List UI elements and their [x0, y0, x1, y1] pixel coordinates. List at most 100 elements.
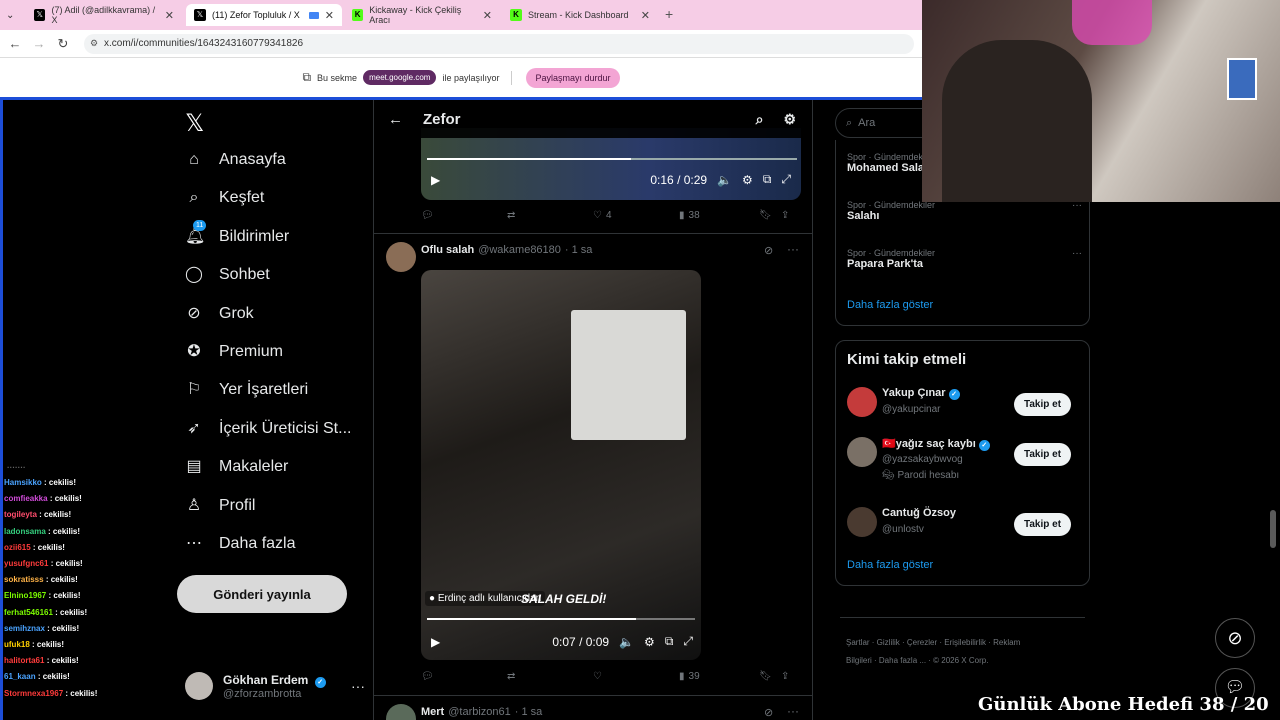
fullscreen-icon[interactable]: ⤢ [683, 634, 693, 649]
x-logo-icon[interactable]: 𝕏 [185, 109, 204, 138]
suggestion-name[interactable]: Cantuğ Özsoy [882, 507, 956, 519]
post-button[interactable]: Gönderi yayınla [177, 575, 347, 613]
profile-icon: ♙ [186, 496, 202, 514]
avatar[interactable] [847, 507, 877, 537]
volume-icon[interactable]: 🔈 [619, 635, 634, 649]
grok-icon[interactable]: ⊘ [764, 244, 773, 257]
tab-kickaway[interactable]: K Kickaway - Kick Çekiliş Aracı ✕ [344, 4, 500, 26]
close-icon[interactable]: ✕ [325, 9, 334, 22]
back-arrow-icon[interactable]: ← [388, 111, 403, 128]
share-button[interactable]: ⇪ [781, 671, 789, 682]
avatar[interactable] [847, 387, 877, 417]
views[interactable]: ▮ 39 [679, 671, 759, 682]
nav-item-home[interactable]: ⌂ Anasayfa [185, 151, 286, 169]
close-icon[interactable]: ✕ [165, 9, 174, 22]
grok-icon[interactable]: ⊘ [1215, 618, 1255, 658]
post-header: Oflu salah @wakame86180 · 1 sa [421, 244, 592, 256]
suggestion-name[interactable]: 🇹🇷yağız saç kaybı [882, 438, 976, 450]
play-icon[interactable]: ▶ [431, 635, 440, 649]
footer-link[interactable]: Çerezler [907, 638, 937, 647]
more-dots-icon[interactable]: ··· [787, 242, 799, 256]
nav-item-more[interactable]: ⋯ Daha fazla [185, 535, 296, 553]
video-progress-bar[interactable] [427, 618, 695, 620]
pip-icon[interactable]: ⧉ [763, 172, 772, 187]
back-arrow-icon[interactable]: ← [7, 36, 23, 51]
more-dots-icon[interactable]: ··· [1072, 248, 1082, 259]
gear-icon[interactable]: ⚙ [783, 111, 796, 128]
more-dots-icon[interactable]: ··· [351, 678, 365, 694]
author-handle[interactable]: @tarbizon61 [448, 706, 511, 718]
nav-item-rocket[interactable]: ➶ İçerik Üreticisi St... [185, 420, 351, 438]
footer-link[interactable]: Daha fazla ... [879, 656, 926, 665]
view-count: 38 [688, 210, 700, 221]
close-icon[interactable]: ✕ [483, 9, 492, 22]
site-settings-icon[interactable]: ⚙ [90, 38, 98, 49]
video-player[interactable]: ● Erdinç adlı kullanıcıdan SALAH GELDİ! … [421, 270, 701, 660]
search-icon[interactable]: ⌕ [756, 111, 764, 128]
forward-arrow-icon[interactable]: → [31, 36, 47, 51]
author-name[interactable]: Mert [421, 706, 444, 718]
like-button[interactable]: ♡ [593, 671, 679, 682]
tab-list-chevron-icon[interactable]: ⌄ [6, 4, 22, 26]
trend-item[interactable]: Spor · Gündemdekiler Salahı ··· [847, 200, 1082, 222]
reload-icon[interactable]: ↻ [55, 36, 71, 52]
author-handle[interactable]: @wakame86180 [478, 244, 561, 256]
pip-icon[interactable]: ⧉ [665, 634, 674, 649]
volume-icon[interactable]: 🔈 [717, 173, 732, 187]
tab-zefor[interactable]: 𝕏 (11) Zefor Topluluk / X ✕ [186, 4, 342, 26]
play-icon[interactable]: ▶ [431, 173, 440, 187]
reply-button[interactable]: 💬︎ [421, 671, 507, 682]
avatar[interactable] [386, 242, 416, 272]
chat-message: Stormnexa1967 : cekilis! [4, 689, 97, 698]
nav-item-grok[interactable]: ⊘ Grok [185, 305, 253, 323]
video-progress-bar[interactable] [427, 158, 797, 160]
like-button[interactable]: ♡ 4 [593, 210, 679, 221]
avatar[interactable] [386, 704, 416, 720]
video-player[interactable]: ▶ 0:16 / 0:29 🔈 ⚙ ⧉ ⤢ [421, 128, 801, 200]
trend-item[interactable]: Spor · Gündemdekiler Papara Park'ta ··· [847, 248, 1082, 270]
nav-item-chat[interactable]: ◯ Sohbet [185, 266, 270, 284]
url-field[interactable]: ⚙ x.com/i/communities/164324316077934182… [84, 34, 914, 54]
account-switcher[interactable]: Gökhan Erdem ✓ @zforzambrotta ··· [185, 668, 365, 704]
nav-item-bookmark[interactable]: ⚐ Yer İşaretleri [185, 381, 308, 399]
nav-item-search[interactable]: ⌕ Keşfet [185, 189, 265, 207]
fullscreen-icon[interactable]: ⤢ [781, 172, 791, 187]
repost-button[interactable]: ⇄ [507, 671, 593, 682]
stop-sharing-button[interactable]: Paylaşmayı durdur [526, 67, 620, 88]
follow-suggestion[interactable]: Yakup Çınar ✓ @yakupcinar Takip et [847, 385, 1082, 431]
author-name[interactable]: Oflu salah [421, 244, 474, 256]
suggestion-name[interactable]: Yakup Çınar [882, 387, 946, 399]
avatar[interactable] [847, 437, 877, 467]
tab-adil[interactable]: 𝕏 (7) Adil (@adilkkavrama) / X ✕ [26, 4, 182, 26]
follow-suggestion[interactable]: Cantuğ Özsoy @unlostv Takip et [847, 505, 1082, 551]
chat-message: Hamsikko : cekilis! [4, 478, 76, 487]
footer-link[interactable]: Erişilebilirlik [944, 638, 986, 647]
follow-button[interactable]: Takip et [1014, 393, 1072, 416]
new-tab-button[interactable]: + [665, 6, 673, 22]
share-button[interactable]: ⇪ [781, 210, 789, 221]
follow-suggestion[interactable]: 🇹🇷yağız saç kaybı ✓ @yazsakaybwvog 🎭︎ Parod… [847, 435, 1082, 481]
follow-button[interactable]: Takip et [1014, 443, 1072, 466]
footer-link[interactable]: Gizlilik [877, 638, 900, 647]
nav-item-premium[interactable]: ✪ Premium [185, 343, 283, 361]
kick-logo-icon: K [352, 9, 364, 21]
nav-item-profile[interactable]: ♙ Profil [185, 496, 256, 515]
nav-item-bell[interactable]: 🔔︎ 11 Bildirimler [185, 219, 289, 246]
trends-show-more[interactable]: Daha fazla göster [847, 299, 933, 311]
grok-icon[interactable]: ⊘ [764, 706, 773, 719]
views[interactable]: ▮ 38 [679, 210, 759, 221]
repost-button[interactable]: ⇄ [507, 210, 593, 221]
follow-button[interactable]: Takip et [1014, 513, 1072, 536]
scrollbar-thumb[interactable] [1270, 510, 1276, 548]
bookmark-button[interactable]: 🔖︎ [759, 210, 781, 221]
more-dots-icon[interactable]: ··· [787, 704, 799, 718]
bookmark-button[interactable]: 🔖︎ [759, 671, 781, 682]
settings-icon[interactable]: ⚙ [742, 173, 753, 187]
follow-show-more[interactable]: Daha fazla göster [847, 559, 933, 571]
reply-button[interactable]: 💬︎ [421, 210, 507, 221]
footer-link[interactable]: Şartlar [846, 638, 870, 647]
nav-item-article[interactable]: ▤ Makaleler [185, 458, 288, 476]
close-icon[interactable]: ✕ [641, 9, 650, 22]
tab-kick-dashboard[interactable]: K Stream - Kick Dashboard ✕ [502, 4, 658, 26]
settings-icon[interactable]: ⚙ [644, 635, 655, 649]
